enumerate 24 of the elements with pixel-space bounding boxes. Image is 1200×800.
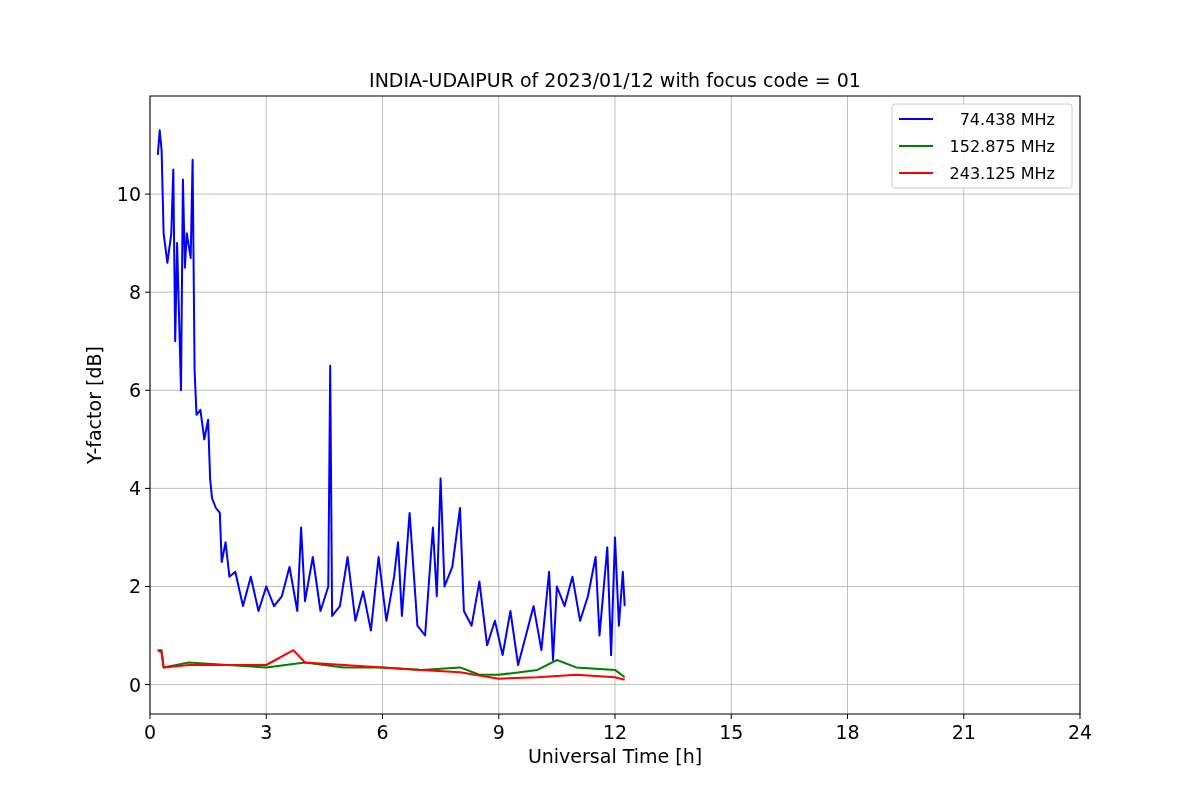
y-tick-label: 0 bbox=[128, 673, 141, 696]
x-tick-label: 0 bbox=[143, 721, 157, 743]
chart-title: INDIA-UDAIPUR of 2023/01/12 with focus code = 01 bbox=[369, 69, 861, 91]
x-tick-label: 15 bbox=[719, 721, 744, 743]
x-tick-label: 9 bbox=[492, 721, 505, 743]
y-tick-label: 10 bbox=[116, 183, 141, 206]
legend-line bbox=[898, 172, 934, 174]
legend-line bbox=[898, 118, 934, 120]
y-tick-label: 4 bbox=[128, 477, 141, 500]
x-tick-label: 6 bbox=[376, 721, 389, 743]
x-tick-label: 3 bbox=[260, 721, 273, 743]
x-tick-label: 24 bbox=[1067, 721, 1093, 743]
legend-label: 243.125 MHz bbox=[949, 164, 1055, 183]
y-tick-label: 6 bbox=[128, 379, 141, 402]
x-tick-label: 18 bbox=[835, 721, 860, 743]
y-tick-label: 2 bbox=[128, 575, 141, 598]
legend-line bbox=[898, 145, 934, 147]
x-tick-label: 12 bbox=[602, 721, 628, 743]
y-tick-label: 8 bbox=[128, 281, 141, 304]
x-tick-label: 21 bbox=[951, 721, 976, 743]
x-axis-label: Universal Time [h] bbox=[527, 745, 703, 767]
legend-label: 152.875 MHz bbox=[949, 137, 1055, 156]
legend-label: 74.438 MHz bbox=[959, 110, 1055, 129]
y-axis-label: Y-factor [dB] bbox=[83, 346, 105, 464]
